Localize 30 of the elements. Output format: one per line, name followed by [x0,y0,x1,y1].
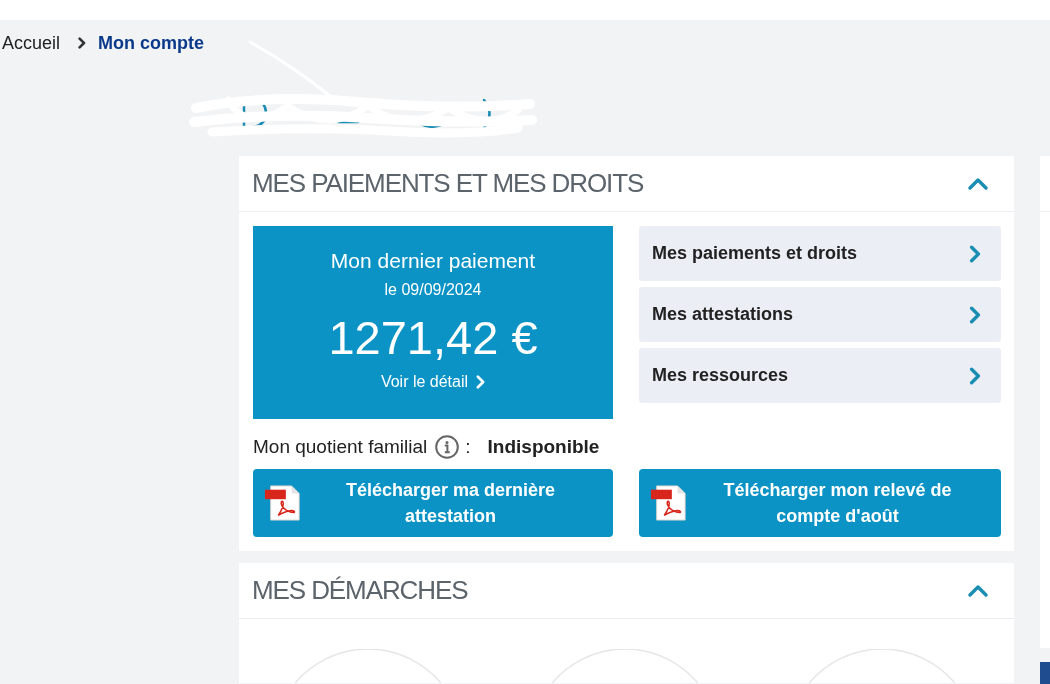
detail-link[interactable]: Voir le détail [380,372,486,392]
quotient-value: Indisponible [487,436,600,458]
nav-link-button[interactable]: Mes ressources [639,348,1001,403]
procedure-tile[interactable] [295,649,441,683]
payment-amount: 1271,42 € [328,312,538,364]
chevron-right-icon [78,37,87,49]
info-icon[interactable] [435,435,460,459]
chevron-up-icon[interactable] [968,584,988,597]
chevron-right-icon [969,366,981,385]
separator-text: : [465,436,471,458]
section-title: MES PAIEMENTS ET MES DROITS [252,168,644,199]
payment-date: le 09/09/2024 [384,280,482,300]
chevron-right-icon [969,244,981,263]
breadcrumb-link[interactable]: Accueil [2,32,61,54]
side-banner-background [1040,662,1050,684]
download-button[interactable]: Télécharger mon relevé de compte d'août [639,469,1001,537]
chevron-right-icon [969,305,981,324]
nav-link-button[interactable]: Mes attestations [639,287,1001,342]
chevron-right-icon [476,375,486,389]
nav-link-button[interactable]: Mes paiements et droits [639,226,1001,281]
breadcrumb-current-page: Mon compte [98,32,205,54]
procedure-tile[interactable] [809,649,955,683]
pdf-file-icon [264,484,302,522]
pdf-file-icon [650,484,688,522]
download-button[interactable]: Télécharger ma dernière attestation [253,469,613,537]
chevron-up-icon[interactable] [968,177,988,190]
payment-title: Mon dernier paiement [330,248,536,274]
section-title: MES DÉMARCHES [252,575,468,606]
procedure-tile[interactable] [552,649,698,683]
quotient-label: Mon quotient familial [253,436,428,458]
